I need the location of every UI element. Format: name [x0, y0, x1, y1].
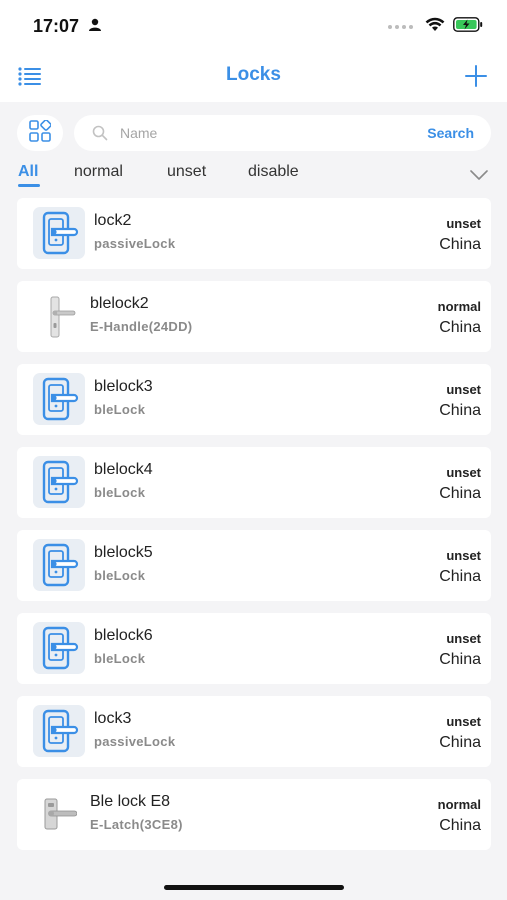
handle-photo-icon — [41, 291, 77, 343]
smart-lock-icon — [33, 207, 85, 259]
lock-name: blelock6 — [94, 627, 153, 644]
lock-name: blelock3 — [94, 378, 153, 395]
lock-card[interactable]: blelock5 bleLock unset China — [17, 530, 491, 601]
lock-type: passiveLock — [94, 734, 176, 749]
status-time: 17:07 — [33, 16, 80, 36]
lock-status: unset — [446, 465, 481, 480]
lock-status: unset — [446, 714, 481, 729]
battery-charging-icon — [453, 17, 483, 37]
lock-region: China — [439, 236, 481, 253]
grid-view-button[interactable] — [17, 115, 63, 151]
lock-region: China — [439, 734, 481, 751]
lock-type: E-Handle(24DD) — [90, 319, 193, 334]
wifi-icon — [425, 17, 445, 37]
lock-type: E-Latch(3CE8) — [90, 817, 183, 832]
lock-card[interactable]: blelock3 bleLock unset China — [17, 364, 491, 435]
lock-name: Ble lock E8 — [90, 793, 171, 810]
lock-name: blelock4 — [94, 461, 153, 478]
filter-tabs: All normal unset disable — [0, 160, 507, 190]
grid-icon — [29, 118, 52, 147]
lock-status: unset — [446, 382, 481, 397]
smart-lock-icon — [33, 705, 85, 757]
lock-region: China — [439, 402, 481, 419]
lock-status: normal — [437, 299, 481, 314]
person-icon — [88, 18, 102, 37]
lock-name: blelock2 — [90, 295, 149, 312]
lock-status: normal — [437, 797, 481, 812]
lock-name: blelock5 — [94, 544, 153, 561]
lock-name: lock3 — [94, 710, 132, 727]
search-button[interactable]: Search — [427, 125, 474, 141]
smart-lock-icon — [33, 456, 85, 508]
lock-status: unset — [446, 631, 481, 646]
lock-card[interactable]: Ble lock E8 E-Latch(3CE8) normal China — [17, 779, 491, 850]
lock-type: bleLock — [94, 485, 146, 500]
lock-card[interactable]: blelock4 bleLock unset China — [17, 447, 491, 518]
lock-region: China — [439, 568, 481, 585]
lock-region: China — [439, 485, 481, 502]
smart-lock-icon — [33, 622, 85, 674]
tab-all[interactable]: All — [18, 163, 38, 181]
latch-photo-icon — [41, 789, 78, 841]
lock-region: China — [439, 319, 481, 336]
lock-type: bleLock — [94, 651, 146, 666]
lock-region: China — [439, 817, 481, 834]
lock-status: unset — [446, 216, 481, 231]
search-row: Search — [0, 102, 507, 162]
status-bar: 17:07 — [0, 0, 507, 52]
chevron-down-icon[interactable] — [470, 167, 488, 185]
cellular-signal-icon — [388, 25, 413, 29]
add-lock-icon[interactable] — [465, 65, 487, 87]
lock-type: bleLock — [94, 568, 146, 583]
lock-region: China — [439, 651, 481, 668]
smart-lock-icon — [33, 539, 85, 591]
lock-card[interactable]: blelock6 bleLock unset China — [17, 613, 491, 684]
lock-card[interactable]: lock3 passiveLock unset China — [17, 696, 491, 767]
search-input[interactable] — [120, 115, 400, 151]
page-title: Locks — [226, 64, 281, 85]
lock-name: lock2 — [94, 212, 132, 229]
status-indicators — [388, 17, 483, 37]
navigation-bar: Locks — [0, 52, 507, 102]
home-indicator[interactable] — [164, 885, 344, 890]
active-tab-indicator — [18, 184, 40, 187]
search-icon — [92, 125, 108, 146]
lock-type: passiveLock — [94, 236, 176, 251]
search-box: Search — [74, 115, 491, 151]
lock-type: bleLock — [94, 402, 146, 417]
smart-lock-icon — [33, 373, 85, 425]
lock-card[interactable]: lock2 passiveLock unset China — [17, 198, 491, 269]
lock-card[interactable]: blelock2 E-Handle(24DD) normal China — [17, 281, 491, 352]
tab-unset[interactable]: unset — [167, 163, 206, 181]
lock-status: unset — [446, 548, 481, 563]
tab-normal[interactable]: normal — [74, 163, 123, 181]
tab-disable[interactable]: disable — [248, 163, 299, 181]
